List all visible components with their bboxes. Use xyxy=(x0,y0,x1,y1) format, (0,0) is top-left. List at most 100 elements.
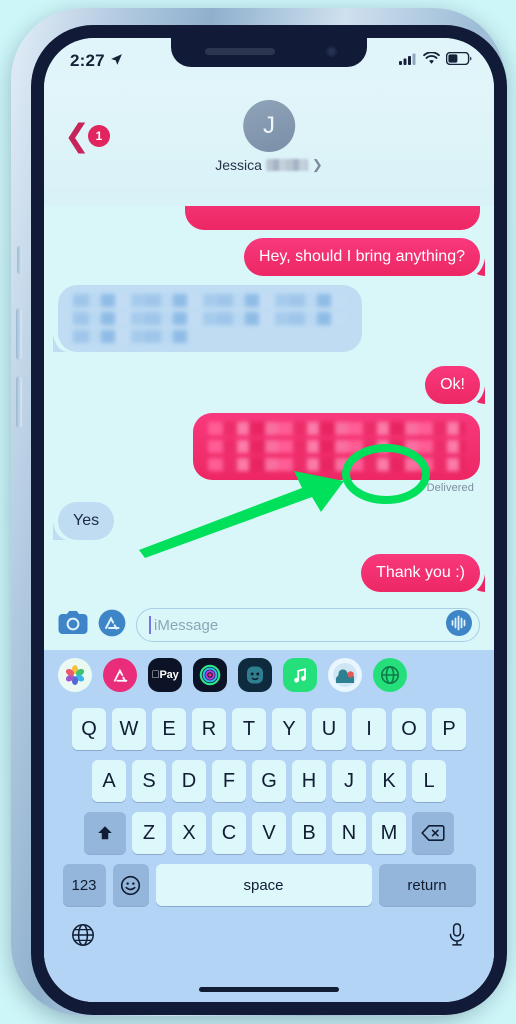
message-bubble-sent[interactable]: Ok! xyxy=(425,366,480,404)
key-g[interactable]: G xyxy=(252,760,286,802)
front-camera xyxy=(326,46,337,57)
key-r[interactable]: R xyxy=(192,708,226,750)
message-row xyxy=(58,285,480,352)
music-app-icon[interactable] xyxy=(283,658,317,692)
redacted-line xyxy=(73,330,188,343)
app-store-icon[interactable] xyxy=(98,609,126,642)
message-row xyxy=(58,413,480,480)
location-arrow-icon xyxy=(110,51,123,71)
contact-surname-redacted xyxy=(265,159,308,171)
keyboard-row-4: 123 space return xyxy=(44,864,494,906)
audio-waveform-icon[interactable] xyxy=(445,609,473,642)
key-l[interactable]: L xyxy=(412,760,446,802)
status-time: 2:27 xyxy=(70,51,105,70)
phone-screen: 2:27 ❮ 1 J Jessica ❯ Hey, should I bring… xyxy=(44,38,494,1002)
imessage-app-strip[interactable]: Pay xyxy=(44,650,494,700)
chevron-right-icon[interactable]: ❯ xyxy=(312,157,323,173)
key-o[interactable]: O xyxy=(392,708,426,750)
key-d[interactable]: D xyxy=(172,760,206,802)
key-c[interactable]: C xyxy=(212,812,246,854)
delivered-status-row: Delivered xyxy=(58,482,480,494)
display-notch xyxy=(171,38,367,67)
conversation-header: ❮ 1 J Jessica ❯ xyxy=(44,78,494,206)
memoji-stickers-app-icon[interactable] xyxy=(328,658,362,692)
digital-touch-app-icon[interactable] xyxy=(193,658,227,692)
microphone-icon[interactable] xyxy=(446,922,468,953)
return-key[interactable]: return xyxy=(378,864,476,906)
back-button[interactable]: ❮ 1 xyxy=(64,120,110,151)
shift-arrow-icon[interactable] xyxy=(84,812,126,854)
on-screen-keyboard[interactable]: Q W E R T Y U I O P A S D F G H J K L Z … xyxy=(44,700,494,1002)
key-y[interactable]: Y xyxy=(272,708,306,750)
home-indicator[interactable] xyxy=(199,987,339,992)
key-t[interactable]: T xyxy=(232,708,266,750)
apple-pay-app-icon[interactable]: Pay xyxy=(148,658,182,692)
volume-up-button[interactable] xyxy=(16,308,22,360)
message-bubble-sent[interactable]: Thank you :) xyxy=(361,554,480,592)
contact-info[interactable]: J Jessica ❯ xyxy=(215,100,323,173)
message-bubble-received-redacted[interactable] xyxy=(58,285,362,352)
status-badge-delivered: Delivered xyxy=(426,482,474,494)
key-h[interactable]: H xyxy=(292,760,326,802)
message-bubble-received[interactable]: Yes xyxy=(58,502,115,540)
key-j[interactable]: J xyxy=(332,760,366,802)
key-a[interactable]: A xyxy=(92,760,126,802)
key-x[interactable]: X xyxy=(172,812,206,854)
key-m[interactable]: M xyxy=(372,812,406,854)
keyboard-bottom-bar xyxy=(44,916,494,953)
key-q[interactable]: Q xyxy=(72,708,106,750)
key-u[interactable]: U xyxy=(312,708,346,750)
redacted-line xyxy=(208,440,465,453)
globe-icon[interactable] xyxy=(70,922,96,953)
message-bubble-sent-redacted[interactable] xyxy=(184,206,480,230)
message-input-bar: iMessage xyxy=(44,600,494,650)
message-row: Hey, should I bring anything? xyxy=(58,238,480,276)
keyboard-row-2: A S D F G H J K L xyxy=(44,760,494,802)
cellular-bars-icon xyxy=(399,52,417,70)
message-row-clipped xyxy=(58,206,480,230)
numbers-key[interactable]: 123 xyxy=(62,864,106,906)
key-f[interactable]: F xyxy=(212,760,246,802)
contact-name-row[interactable]: Jessica ❯ xyxy=(215,157,323,173)
message-row: Yes xyxy=(58,502,480,540)
redacted-line xyxy=(208,458,465,471)
volume-down-button[interactable] xyxy=(16,376,22,428)
message-input-field[interactable]: iMessage xyxy=(136,608,480,642)
camera-icon[interactable] xyxy=(58,610,88,641)
key-z[interactable]: Z xyxy=(132,812,166,854)
battery-icon xyxy=(445,51,472,70)
message-bubble-sent[interactable]: Hey, should I bring anything? xyxy=(243,238,480,276)
text-cursor xyxy=(149,616,151,634)
key-v[interactable]: V xyxy=(252,812,286,854)
key-s[interactable]: S xyxy=(132,760,166,802)
key-k[interactable]: K xyxy=(372,760,406,802)
key-b[interactable]: B xyxy=(292,812,326,854)
key-e[interactable]: E xyxy=(152,708,186,750)
key-w[interactable]: W xyxy=(112,708,146,750)
redacted-text xyxy=(208,422,465,471)
emoji-smiley-icon[interactable] xyxy=(112,864,149,906)
message-input-placeholder: iMessage xyxy=(154,616,219,634)
photos-app-icon[interactable] xyxy=(58,658,92,692)
page-root: 2:27 ❮ 1 J Jessica ❯ Hey, should I bring… xyxy=(0,0,516,1024)
backspace-icon[interactable] xyxy=(412,812,454,854)
space-key[interactable]: space xyxy=(155,864,372,906)
key-i[interactable]: I xyxy=(352,708,386,750)
avatar[interactable]: J xyxy=(243,100,295,152)
wifi-icon xyxy=(423,51,440,70)
memoji-app-icon[interactable] xyxy=(238,658,272,692)
status-bar-right xyxy=(399,51,472,70)
silence-switch[interactable] xyxy=(17,246,22,274)
globe-app-icon[interactable] xyxy=(373,658,407,692)
phone-frame: 2:27 ❮ 1 J Jessica ❯ Hey, should I bring… xyxy=(11,8,507,1016)
message-bubble-sent-redacted[interactable] xyxy=(193,413,480,480)
keyboard-row-3: Z X C V B N M xyxy=(44,812,494,854)
unread-badge: 1 xyxy=(87,124,110,147)
message-row: Thank you :) xyxy=(58,554,480,592)
redacted-line xyxy=(73,294,347,307)
redacted-line xyxy=(73,312,347,325)
key-p[interactable]: P xyxy=(432,708,466,750)
key-n[interactable]: N xyxy=(332,812,366,854)
app-store-app-icon[interactable] xyxy=(103,658,137,692)
keyboard-row-1: Q W E R T Y U I O P xyxy=(44,708,494,750)
